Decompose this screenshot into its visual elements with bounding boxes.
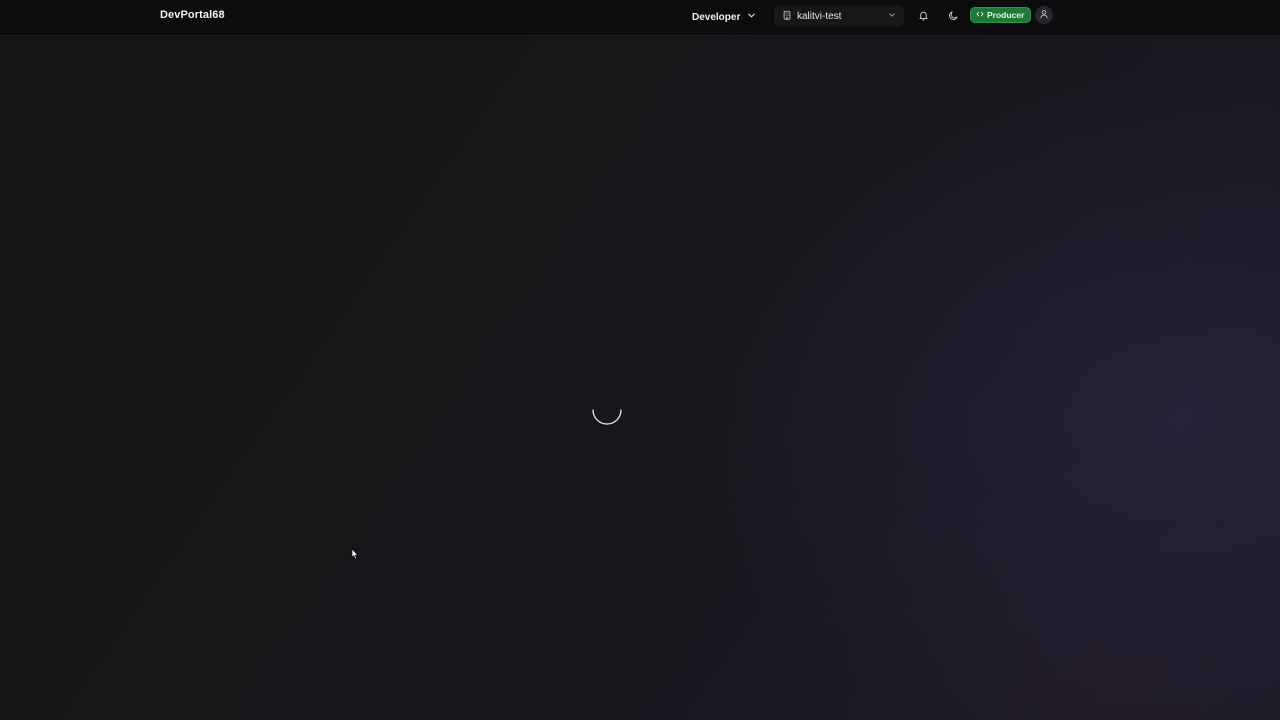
page-background <box>0 0 1280 720</box>
user-menu-button[interactable] <box>1035 6 1053 24</box>
producer-mode-label: Producer <box>987 10 1025 20</box>
moon-icon <box>948 8 959 26</box>
code-icon <box>976 10 984 20</box>
chevron-down-icon <box>888 11 896 22</box>
loading-spinner-icon <box>591 397 623 429</box>
brand-logo-text[interactable]: DevPortal68 <box>160 9 225 21</box>
building-icon <box>782 10 792 23</box>
top-navigation-bar: DevPortal68 Developer kalitvi-test Produ… <box>0 0 1280 36</box>
organization-selector-label: kalitvi-test <box>797 10 842 22</box>
bell-icon <box>918 8 929 26</box>
organization-selector-dropdown[interactable]: kalitvi-test <box>774 5 904 27</box>
producer-mode-badge[interactable]: Producer <box>970 7 1032 23</box>
role-selector-dropdown[interactable]: Developer <box>688 7 760 27</box>
mouse-pointer-icon <box>351 547 359 560</box>
role-selector-label: Developer <box>692 11 741 23</box>
theme-toggle-button[interactable] <box>942 6 964 28</box>
chevron-down-icon <box>747 11 756 23</box>
notifications-button[interactable] <box>912 6 934 28</box>
user-icon <box>1039 6 1049 24</box>
